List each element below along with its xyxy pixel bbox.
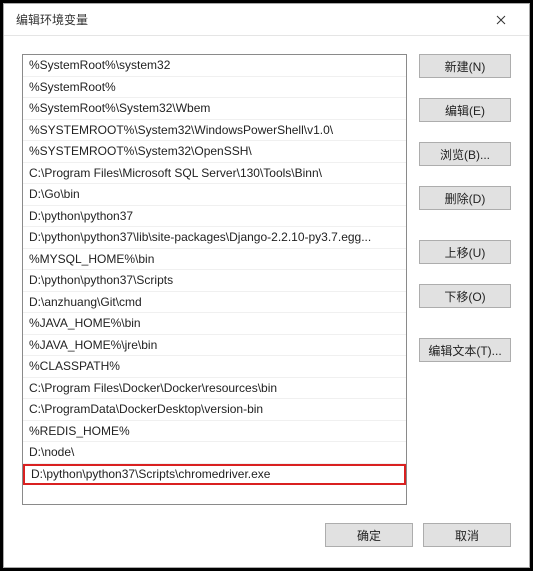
titlebar: 编辑环境变量 [4,4,529,36]
delete-button[interactable]: 删除(D) [419,186,511,210]
list-item[interactable]: D:\anzhuang\Git\cmd [23,292,406,314]
list-item[interactable]: C:\Program Files\Microsoft SQL Server\13… [23,163,406,185]
list-item[interactable]: %SYSTEMROOT%\System32\WindowsPowerShell\… [23,120,406,142]
list-item[interactable]: D:\python\python37 [23,206,406,228]
close-button[interactable] [481,6,521,34]
list-item[interactable]: %MYSQL_HOME%\bin [23,249,406,271]
dialog-footer: 确定 取消 [4,513,529,567]
list-item[interactable]: C:\ProgramData\DockerDesktop\version-bin [23,399,406,421]
ok-button[interactable]: 确定 [325,523,413,547]
close-icon [496,15,506,25]
list-item[interactable]: D:\python\python37\Scripts\chromedriver.… [23,464,406,486]
list-item[interactable]: %SystemRoot%\System32\Wbem [23,98,406,120]
list-item[interactable]: D:\node\ [23,442,406,464]
window-title: 编辑环境变量 [16,11,88,28]
list-item[interactable]: %JAVA_HOME%\jre\bin [23,335,406,357]
list-item[interactable]: %JAVA_HOME%\bin [23,313,406,335]
path-listbox[interactable]: %SystemRoot%\system32%SystemRoot%%System… [22,54,407,505]
list-item[interactable]: %SYSTEMROOT%\System32\OpenSSH\ [23,141,406,163]
list-item[interactable]: %SystemRoot% [23,77,406,99]
dialog-window: 编辑环境变量 %SystemRoot%\system32%SystemRoot%… [4,4,529,567]
list-item[interactable]: %CLASSPATH% [23,356,406,378]
list-item[interactable]: %SystemRoot%\system32 [23,55,406,77]
list-item[interactable]: D:\Go\bin [23,184,406,206]
move-up-button[interactable]: 上移(U) [419,240,511,264]
new-button[interactable]: 新建(N) [419,54,511,78]
browse-button[interactable]: 浏览(B)... [419,142,511,166]
list-item[interactable]: D:\python\python37\lib\site-packages\Dja… [23,227,406,249]
list-item[interactable]: %REDIS_HOME% [23,421,406,443]
move-down-button[interactable]: 下移(O) [419,284,511,308]
list-item[interactable]: C:\Program Files\Docker\Docker\resources… [23,378,406,400]
cancel-button[interactable]: 取消 [423,523,511,547]
edit-text-button[interactable]: 编辑文本(T)... [419,338,511,362]
list-item[interactable]: D:\python\python37\Scripts [23,270,406,292]
side-buttons: 新建(N) 编辑(E) 浏览(B)... 删除(D) 上移(U) 下移(O) 编… [419,54,511,505]
edit-button[interactable]: 编辑(E) [419,98,511,122]
dialog-body: %SystemRoot%\system32%SystemRoot%%System… [4,36,529,513]
